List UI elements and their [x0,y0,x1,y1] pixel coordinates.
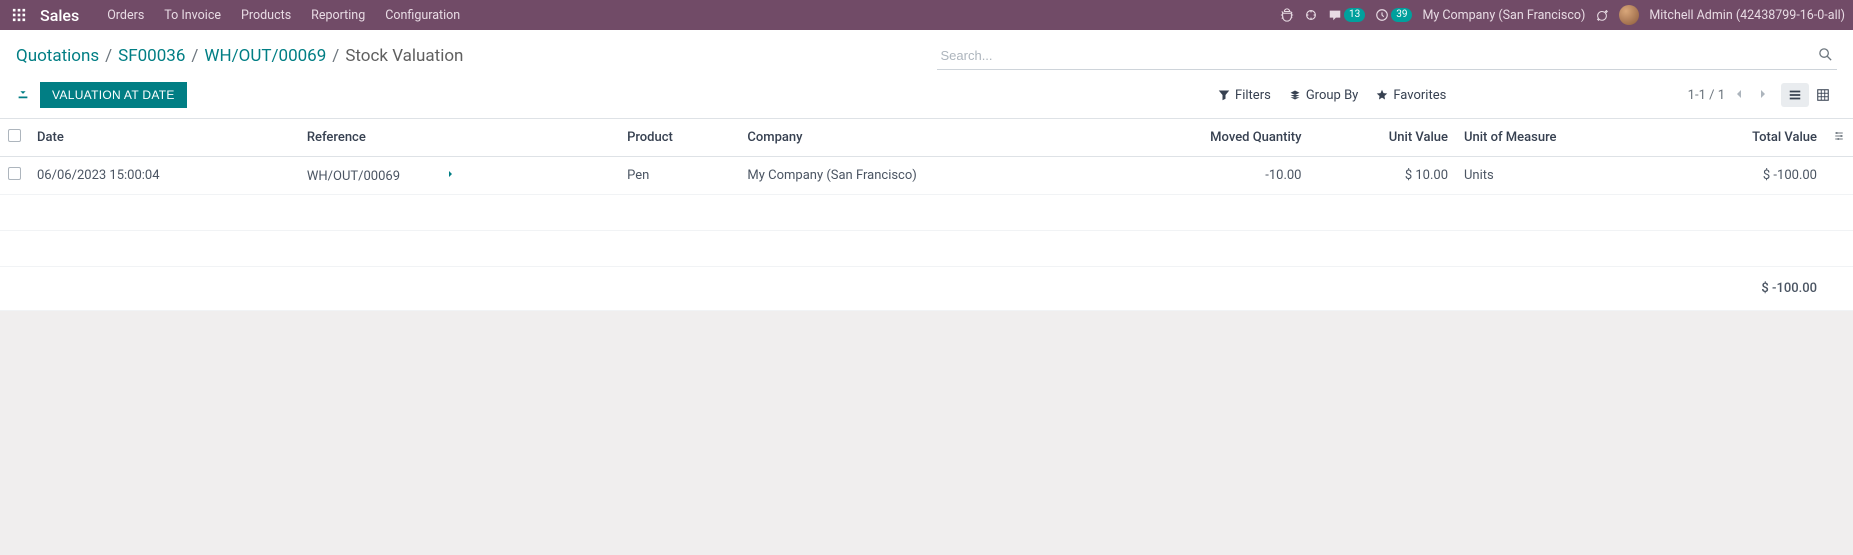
cell-uom: Units [1456,157,1667,195]
breadcrumb-picking[interactable]: WH/OUT/00069 [204,46,326,66]
list-view-button[interactable] [1781,83,1809,107]
top-navbar: Sales Orders To Invoice Products Reporti… [0,0,1853,30]
select-all-checkbox[interactable] [8,129,21,142]
nav-orders[interactable]: Orders [97,2,154,29]
empty-row [0,231,1853,267]
messages-icon[interactable]: 13 [1328,8,1365,22]
breadcrumb: Quotations / SF00036 / WH/OUT/00069 / St… [16,46,917,66]
tour-icon[interactable] [1304,8,1318,22]
totals-row: $ -100.00 [0,267,1853,311]
breadcrumb-order[interactable]: SF00036 [118,46,185,66]
col-uom[interactable]: Unit of Measure [1456,119,1667,157]
sliders-icon [1833,130,1845,142]
search-icon [1818,47,1833,62]
optional-columns-button[interactable] [1825,119,1853,157]
col-total-value[interactable]: Total Value [1667,119,1825,157]
valuation-at-date-button[interactable]: Valuation at Date [40,82,187,108]
activities-badge: 39 [1391,8,1412,22]
pager-value[interactable]: 1-1 / 1 [1688,88,1725,103]
pager: 1-1 / 1 [1688,86,1769,105]
activities-icon[interactable]: 39 [1375,8,1412,22]
favorites-dropdown[interactable]: Favorites [1376,88,1446,103]
search-button[interactable] [1814,43,1837,69]
company-switcher[interactable]: My Company (San Francisco) [1422,8,1585,23]
nav-reporting[interactable]: Reporting [301,2,375,29]
table-row[interactable]: 06/06/2023 15:00:04 WH/OUT/00069 Pen My … [0,157,1853,195]
cell-moved-qty: -10.00 [1101,157,1310,195]
nav-configuration[interactable]: Configuration [375,2,470,29]
valuation-table: Date Reference Product Company Moved Qua… [0,119,1853,311]
footer-total-value: $ -100.00 [1667,267,1825,311]
groupby-dropdown[interactable]: Group By [1289,88,1359,103]
search-bar [937,42,1838,70]
pivot-view-button[interactable] [1809,83,1837,107]
col-moved-qty[interactable]: Moved Quantity [1101,119,1310,157]
breadcrumb-quotations[interactable]: Quotations [16,46,99,66]
apps-icon[interactable] [8,4,30,26]
star-icon [1376,89,1388,101]
pager-prev[interactable] [1733,86,1747,105]
list-icon [1788,88,1802,102]
pivot-icon [1816,88,1830,102]
arrow-right-icon[interactable] [443,169,455,184]
col-date[interactable]: Date [29,119,299,157]
download-icon[interactable] [16,86,30,104]
username[interactable]: Mitchell Admin (42438799-16-0-all) [1649,8,1845,23]
bug-icon[interactable] [1280,8,1294,22]
nav-products[interactable]: Products [231,2,301,29]
col-unit-value[interactable]: Unit Value [1309,119,1456,157]
nav-to-invoice[interactable]: To Invoice [154,2,231,29]
avatar[interactable] [1619,5,1639,25]
funnel-icon [1218,89,1230,101]
messages-badge: 13 [1344,8,1365,22]
cell-reference: WH/OUT/00069 [299,157,619,195]
row-checkbox[interactable] [8,167,21,180]
col-product[interactable]: Product [619,119,739,157]
col-company[interactable]: Company [739,119,1100,157]
pager-next[interactable] [1755,86,1769,105]
debug-icon[interactable] [1595,8,1609,22]
empty-row [0,195,1853,231]
control-panel: Quotations / SF00036 / WH/OUT/00069 / St… [0,30,1853,119]
app-brand[interactable]: Sales [40,6,79,25]
col-reference[interactable]: Reference [299,119,619,157]
cell-product: Pen [619,157,739,195]
layers-icon [1289,89,1301,101]
search-input[interactable] [937,42,1815,69]
cell-unit-value: $ 10.00 [1309,157,1456,195]
filters-dropdown[interactable]: Filters [1218,88,1271,103]
cell-company: My Company (San Francisco) [739,157,1100,195]
breadcrumb-current: Stock Valuation [345,46,463,66]
cell-date: 06/06/2023 15:00:04 [29,157,299,195]
cell-total-value: $ -100.00 [1667,157,1825,195]
